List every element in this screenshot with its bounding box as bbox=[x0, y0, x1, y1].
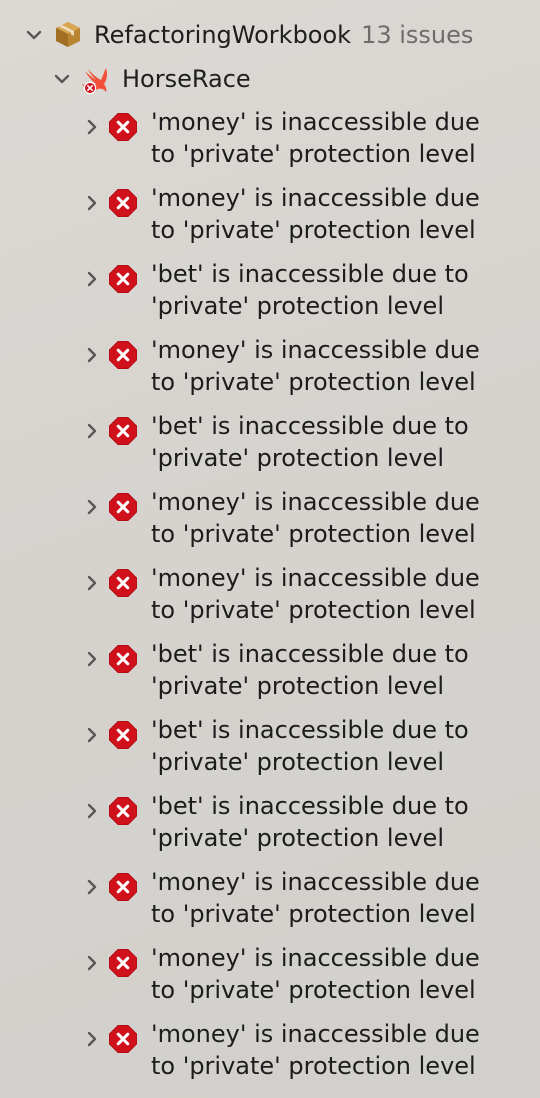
issue-message: 'bet' is inaccessible due to 'private' pr… bbox=[151, 714, 521, 778]
issue-row[interactable]: 'bet' is inaccessible due to 'private' pr… bbox=[0, 790, 540, 866]
issue-row[interactable]: 'bet' is inaccessible due to 'private' pr… bbox=[0, 410, 540, 486]
chevron-right-icon[interactable] bbox=[82, 421, 102, 441]
issue-message-line: 'bet' is inaccessible due to bbox=[151, 260, 469, 288]
issue-message-line: 'private' protection level bbox=[151, 672, 444, 700]
issue-message-line: 'private' protection level bbox=[151, 824, 444, 852]
error-icon bbox=[108, 720, 138, 750]
error-icon bbox=[108, 568, 138, 598]
chevron-right-icon[interactable] bbox=[82, 497, 102, 517]
issue-message: 'money' is inaccessible due to 'private' … bbox=[151, 942, 521, 1006]
issue-row[interactable]: 'money' is inaccessible due to 'private' … bbox=[0, 1018, 540, 1094]
issue-message-line: 'private' protection level bbox=[151, 444, 444, 472]
issue-row[interactable]: 'bet' is inaccessible due to 'private' pr… bbox=[0, 714, 540, 790]
chevron-right-icon[interactable] bbox=[82, 193, 102, 213]
issue-message: 'money' is inaccessible due to 'private' … bbox=[151, 866, 521, 930]
chevron-down-icon[interactable] bbox=[52, 69, 72, 89]
error-icon bbox=[108, 644, 138, 674]
project-name: RefactoringWorkbook bbox=[94, 21, 352, 49]
issue-count: 13 issues bbox=[361, 21, 474, 49]
issue-message-line: 'bet' is inaccessible due to bbox=[151, 412, 469, 440]
issue-message: 'money' is inaccessible due to 'private' … bbox=[151, 182, 521, 246]
package-icon bbox=[54, 20, 82, 48]
issue-message-line: 'money' is inaccessible due bbox=[151, 944, 480, 972]
chevron-right-icon[interactable] bbox=[82, 801, 102, 821]
issue-message-line: to 'private' protection level bbox=[151, 596, 476, 624]
target-title: HorseRace bbox=[122, 65, 251, 93]
chevron-right-icon[interactable] bbox=[82, 649, 102, 669]
chevron-right-icon[interactable] bbox=[82, 573, 102, 593]
error-icon bbox=[108, 416, 138, 446]
issue-message-line: 'money' is inaccessible due bbox=[151, 108, 480, 136]
error-icon bbox=[108, 948, 138, 978]
issue-row[interactable]: 'money' is inaccessible due to 'private' … bbox=[0, 866, 540, 942]
chevron-right-icon[interactable] bbox=[82, 877, 102, 897]
issue-row[interactable]: 'bet' is inaccessible due to 'private' pr… bbox=[0, 638, 540, 714]
issue-message-line: 'money' is inaccessible due bbox=[151, 1020, 480, 1048]
chevron-right-icon[interactable] bbox=[82, 345, 102, 365]
issue-message-line: 'private' protection level bbox=[151, 292, 444, 320]
issue-message: 'bet' is inaccessible due to 'private' pr… bbox=[151, 790, 521, 854]
error-icon bbox=[108, 872, 138, 902]
issue-message: 'money' is inaccessible due to 'private' … bbox=[151, 1018, 521, 1082]
issue-message-line: to 'private' protection level bbox=[151, 976, 476, 1004]
issue-message-line: 'money' is inaccessible due bbox=[151, 868, 480, 896]
issue-message-line: 'money' is inaccessible due bbox=[151, 564, 480, 592]
error-icon bbox=[108, 796, 138, 826]
issue-row[interactable]: 'bet' is inaccessible due to 'private' pr… bbox=[0, 258, 540, 334]
issue-message-line: to 'private' protection level bbox=[151, 368, 476, 396]
issue-message-line: 'money' is inaccessible due bbox=[151, 184, 480, 212]
issue-message-line: 'bet' is inaccessible due to bbox=[151, 716, 469, 744]
issue-row[interactable]: 'money' is inaccessible due to 'private' … bbox=[0, 942, 540, 1018]
error-icon bbox=[108, 264, 138, 294]
issue-message: 'money' is inaccessible due to 'private' … bbox=[151, 562, 521, 626]
issue-message-line: to 'private' protection level bbox=[151, 1052, 476, 1080]
issue-message-line: 'bet' is inaccessible due to bbox=[151, 792, 469, 820]
issue-message-line: 'money' is inaccessible due bbox=[151, 488, 480, 516]
project-title: RefactoringWorkbook 13 issues bbox=[94, 19, 473, 51]
swift-icon bbox=[80, 64, 112, 96]
issue-message: 'money' is inaccessible due to 'private' … bbox=[151, 106, 521, 170]
chevron-right-icon[interactable] bbox=[82, 269, 102, 289]
issue-row[interactable]: 'money' is inaccessible due to 'private' … bbox=[0, 486, 540, 562]
issue-row[interactable]: 'money' is inaccessible due to 'private' … bbox=[0, 562, 540, 638]
error-icon bbox=[108, 112, 138, 142]
issue-message-line: to 'private' protection level bbox=[151, 900, 476, 928]
chevron-down-icon[interactable] bbox=[24, 25, 44, 45]
error-icon bbox=[108, 1024, 138, 1054]
issue-message-line: 'money' is inaccessible due bbox=[151, 336, 480, 364]
issue-message: 'money' is inaccessible due to 'private' … bbox=[151, 334, 521, 398]
issue-message: 'money' is inaccessible due to 'private' … bbox=[151, 486, 521, 550]
issue-message: 'bet' is inaccessible due to 'private' pr… bbox=[151, 410, 521, 474]
chevron-right-icon[interactable] bbox=[82, 1029, 102, 1049]
error-icon bbox=[108, 340, 138, 370]
issue-message-line: to 'private' protection level bbox=[151, 520, 476, 548]
chevron-right-icon[interactable] bbox=[82, 117, 102, 137]
project-row[interactable]: RefactoringWorkbook 13 issues bbox=[0, 14, 540, 56]
issue-message-line: to 'private' protection level bbox=[151, 216, 476, 244]
issue-message-line: 'private' protection level bbox=[151, 748, 444, 776]
chevron-right-icon[interactable] bbox=[82, 725, 102, 745]
issue-message-line: 'bet' is inaccessible due to bbox=[151, 640, 469, 668]
issue-row[interactable]: 'money' is inaccessible due to 'private' … bbox=[0, 182, 540, 258]
issue-row[interactable]: 'money' is inaccessible due to 'private' … bbox=[0, 106, 540, 182]
issue-message-line: to 'private' protection level bbox=[151, 140, 476, 168]
issue-message: 'bet' is inaccessible due to 'private' pr… bbox=[151, 638, 521, 702]
error-icon bbox=[108, 188, 138, 218]
issue-message: 'bet' is inaccessible due to 'private' pr… bbox=[151, 258, 521, 322]
issue-row[interactable]: 'money' is inaccessible due to 'private' … bbox=[0, 334, 540, 410]
chevron-right-icon[interactable] bbox=[82, 953, 102, 973]
target-row[interactable]: HorseRace bbox=[0, 60, 540, 100]
error-icon bbox=[108, 492, 138, 522]
